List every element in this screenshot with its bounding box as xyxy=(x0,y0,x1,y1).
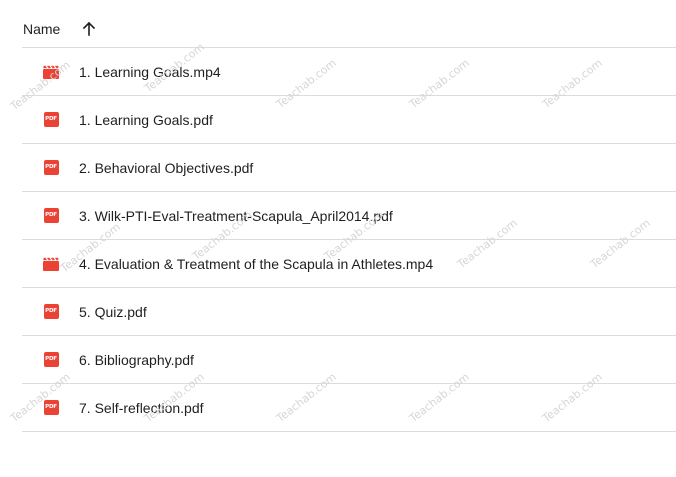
pdf-file-icon: PDF xyxy=(43,400,59,416)
video-file-icon xyxy=(43,256,59,272)
file-name: 7. Self-reflection.pdf xyxy=(79,399,204,416)
pdf-badge: PDF xyxy=(43,304,59,319)
list-item[interactable]: PDF 3. Wilk-PTI-Eval-Treatment-Scapula_A… xyxy=(22,192,676,240)
list-item[interactable]: PDF 5. Quiz.pdf xyxy=(22,288,676,336)
pdf-badge: PDF xyxy=(43,208,59,223)
list-item[interactable]: 4. Evaluation & Treatment of the Scapula… xyxy=(22,240,676,288)
file-name: 2. Behavioral Objectives.pdf xyxy=(79,159,254,176)
file-list: Name 1. Learning Goals.mp4 PDF 1. Learni… xyxy=(22,10,676,432)
list-item[interactable]: 1. Learning Goals.mp4 xyxy=(22,48,676,96)
pdf-badge: PDF xyxy=(43,112,59,127)
video-file-icon xyxy=(43,64,59,80)
file-name: 1. Learning Goals.pdf xyxy=(79,111,213,128)
pdf-file-icon: PDF xyxy=(43,112,59,128)
pdf-badge: PDF xyxy=(43,160,59,175)
pdf-badge: PDF xyxy=(43,400,59,415)
arrow-up-icon[interactable] xyxy=(81,21,97,37)
name-column-header[interactable]: Name xyxy=(23,21,60,37)
list-item[interactable]: PDF 7. Self-reflection.pdf xyxy=(22,384,676,432)
file-name: 5. Quiz.pdf xyxy=(79,303,147,320)
file-name: 6. Bibliography.pdf xyxy=(79,351,194,368)
file-name: 1. Learning Goals.mp4 xyxy=(79,63,221,80)
pdf-badge: PDF xyxy=(43,352,59,367)
pdf-file-icon: PDF xyxy=(43,160,59,176)
pdf-file-icon: PDF xyxy=(43,208,59,224)
list-item[interactable]: PDF 2. Behavioral Objectives.pdf xyxy=(22,144,676,192)
list-item[interactable]: PDF 6. Bibliography.pdf xyxy=(22,336,676,384)
pdf-file-icon: PDF xyxy=(43,304,59,320)
file-name: 4. Evaluation & Treatment of the Scapula… xyxy=(79,255,434,272)
list-header: Name xyxy=(22,10,676,48)
list-item[interactable]: PDF 1. Learning Goals.pdf xyxy=(22,96,676,144)
pdf-file-icon: PDF xyxy=(43,352,59,368)
file-name: 3. Wilk-PTI-Eval-Treatment-Scapula_April… xyxy=(79,207,393,224)
